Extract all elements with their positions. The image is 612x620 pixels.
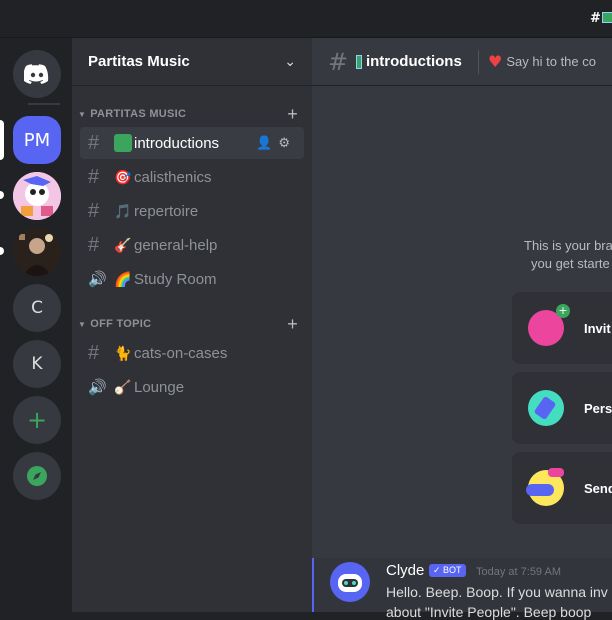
target-emoji: 🎯 [114, 168, 132, 186]
rainbow-emoji: 🌈 [114, 270, 132, 288]
channel-lounge[interactable]: 🔊 🪕 Lounge [80, 371, 304, 403]
channel-name: general-help [134, 237, 217, 254]
personalize-card[interactable]: Perso [512, 372, 612, 444]
channel-study-room[interactable]: 🔊 🌈 Study Room [80, 263, 304, 295]
server-list: PM C K + [0, 38, 72, 612]
add-server-icon[interactable]: + [13, 396, 61, 444]
channel-calisthenics[interactable]: # 🎯 calisthenics [80, 161, 304, 193]
channel-name: Study Room [134, 271, 217, 288]
category-arrow-icon: ▼ [78, 110, 86, 119]
welcome-text: This is your bra you get starte [524, 237, 612, 273]
category-arrow-icon: ▼ [78, 320, 86, 329]
welcome-line-1: This is your bra [524, 237, 612, 255]
avatar[interactable] [330, 562, 370, 602]
channel-topic[interactable]: Say hi to the co [506, 54, 596, 69]
text-channel-icon: # [88, 166, 114, 189]
send-message-icon [528, 470, 564, 506]
channel-name: Lounge [134, 379, 184, 396]
voice-channel-icon: 🔊 [88, 270, 114, 288]
card-label: Send [584, 481, 612, 496]
channel-general-help[interactable]: # 🎸 general-help [80, 229, 304, 261]
invite-settings-icons[interactable]: 👤⚙ [256, 135, 296, 151]
welcome-line-2: you get starte [524, 255, 612, 273]
server-avatar-art[interactable] [13, 172, 61, 220]
map-emoji [356, 55, 362, 69]
message-text-2: about "Invite People". Beep boop [386, 604, 591, 620]
music-emoji: 🎵 [114, 202, 132, 220]
channel-name: repertoire [134, 203, 198, 220]
bot-badge: ✓ BOT [429, 564, 466, 577]
cat-emoji: 🐈 [114, 344, 132, 362]
invite-card[interactable]: + Invit [512, 292, 612, 364]
banjo-emoji: 🪕 [114, 378, 132, 396]
message-author[interactable]: Clyde [386, 562, 424, 579]
add-channel-icon[interactable]: + [287, 314, 298, 335]
category-partitas-music[interactable]: ▼ PARTITAS MUSIC + [78, 106, 298, 122]
unread-dot [0, 247, 4, 255]
text-channel-icon: # [88, 342, 114, 365]
guitar-emoji: 🎸 [114, 236, 132, 254]
channel-cats-on-cases[interactable]: # 🐈 cats-on-cases [80, 337, 304, 369]
channel-name: cats-on-cases [134, 345, 227, 362]
server-divider [28, 103, 60, 105]
discord-home-icon[interactable] [13, 50, 61, 98]
add-channel-icon[interactable]: + [287, 104, 298, 125]
card-label: Perso [584, 401, 612, 416]
server-pm[interactable]: PM [13, 116, 61, 164]
text-channel-icon: # [88, 234, 114, 257]
guild-name: Partitas Music [88, 53, 190, 70]
server-k[interactable]: K [13, 340, 61, 388]
channel-name: introductions [134, 135, 219, 152]
map-emoji [602, 12, 612, 23]
card-label: Invit [584, 321, 611, 336]
category-label: PARTITAS MUSIC [90, 108, 186, 120]
map-emoji [114, 134, 132, 152]
category-off-topic[interactable]: ▼ OFF TOPIC + [78, 316, 298, 332]
channel-sidebar: Partitas Music ⌄ ▼ PARTITAS MUSIC + # in… [72, 38, 312, 612]
message-clyde: Clyde ✓ BOT Today at 7:59 AM Hello. Beep… [312, 558, 612, 612]
unread-dot [0, 191, 4, 199]
title-bar: # [0, 0, 612, 38]
category-label: OFF TOPIC [90, 318, 151, 330]
chat-area: # introductions ♥ Say hi to the co This … [312, 38, 612, 612]
channel-header: # introductions ♥ Say hi to the co [312, 38, 612, 86]
window-title: # [590, 11, 612, 26]
message-text: Hello. Beep. Boop. If you wanna inv [386, 584, 608, 600]
heart-icon: ♥ [488, 52, 502, 71]
explore-compass-icon[interactable] [13, 452, 61, 500]
chevron-down-icon: ⌄ [284, 54, 296, 70]
channel-title: introductions [366, 53, 462, 70]
active-server-pill [0, 120, 4, 160]
channel-introductions[interactable]: # introductions 👤⚙ [80, 127, 304, 159]
send-message-card[interactable]: Send [512, 452, 612, 524]
voice-channel-icon: 🔊 [88, 378, 114, 396]
server-c[interactable]: C [13, 284, 61, 332]
message-timestamp: Today at 7:59 AM [476, 566, 561, 578]
guild-header[interactable]: Partitas Music ⌄ [72, 38, 312, 86]
text-channel-icon: # [88, 200, 114, 223]
server-avatar-photo[interactable] [13, 228, 61, 276]
invite-friends-icon: + [528, 310, 564, 346]
personalize-brush-icon [528, 390, 564, 426]
channel-name: calisthenics [134, 169, 212, 186]
text-channel-icon: # [328, 48, 348, 76]
channel-repertoire[interactable]: # 🎵 repertoire [80, 195, 304, 227]
text-channel-icon: # [88, 132, 114, 155]
